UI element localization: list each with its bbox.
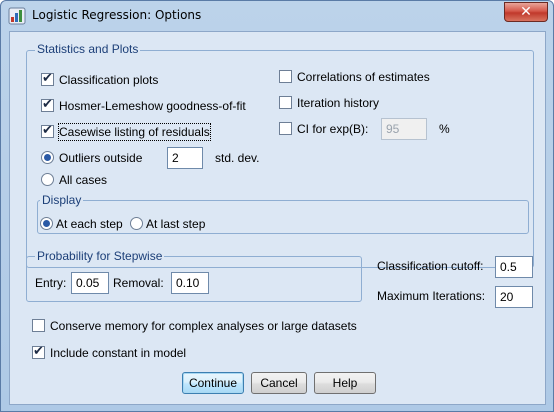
removal-label: Removal: xyxy=(113,276,164,290)
correlations-checkbox[interactable] xyxy=(279,70,292,83)
correlations-option[interactable]: Correlations of estimates xyxy=(279,69,479,85)
each-step-radio[interactable] xyxy=(40,217,53,230)
last-step-label: At last step xyxy=(146,217,206,231)
iteration-history-option[interactable]: Iteration history xyxy=(279,95,429,111)
conserve-memory-label: Conserve memory for complex analyses or … xyxy=(50,319,357,333)
ci-exp-input[interactable]: 95 xyxy=(381,118,427,140)
correlations-label: Correlations of estimates xyxy=(297,70,430,84)
close-button[interactable]: ✕ xyxy=(504,2,548,22)
display-group: Display At each step At last step xyxy=(37,193,529,234)
classification-plots-label: Classification plots xyxy=(59,73,159,87)
last-step-option[interactable]: At last step xyxy=(130,216,220,232)
casewise-checkbox[interactable] xyxy=(41,123,54,139)
stddev-unit-label: std. dev. xyxy=(215,151,260,165)
cancel-button[interactable]: Cancel xyxy=(251,372,307,394)
help-button[interactable]: Help xyxy=(314,372,376,394)
cutoff-input[interactable]: 0.5 xyxy=(495,256,533,278)
max-iterations-label: Maximum Iterations: xyxy=(377,289,486,303)
display-legend: Display xyxy=(40,193,84,207)
iteration-history-checkbox[interactable] xyxy=(279,96,292,109)
casewise-option[interactable]: Casewise listing of residuals xyxy=(41,123,241,141)
close-icon: ✕ xyxy=(520,4,532,20)
entry-input[interactable]: 0.05 xyxy=(71,272,109,294)
classification-plots-checkbox[interactable] xyxy=(41,71,54,87)
conserve-memory-option[interactable]: Conserve memory for complex analyses or … xyxy=(32,318,392,334)
each-step-option[interactable]: At each step xyxy=(40,216,130,232)
max-iterations-input[interactable]: 20 xyxy=(495,286,533,308)
hosmer-lemeshow-option[interactable]: Hosmer-Lemeshow goodness-of-fit xyxy=(41,97,271,114)
last-step-radio[interactable] xyxy=(130,217,143,230)
classification-plots-option[interactable]: Classification plots xyxy=(41,71,241,88)
all-cases-label: All cases xyxy=(59,173,108,187)
include-constant-checkbox[interactable] xyxy=(32,344,45,360)
each-step-label: At each step xyxy=(56,217,123,231)
hosmer-lemeshow-label: Hosmer-Lemeshow goodness-of-fit xyxy=(59,99,246,113)
title-bar[interactable]: Logistic Regression: Options ✕ xyxy=(1,1,553,31)
all-cases-option[interactable]: All cases xyxy=(41,172,131,188)
ci-percent-label: % xyxy=(439,122,450,136)
window-title: Logistic Regression: Options xyxy=(32,8,202,22)
continue-button[interactable]: Continue xyxy=(182,372,244,394)
outliers-option[interactable]: Outliers outside xyxy=(41,150,161,166)
outliers-label: Outliers outside xyxy=(59,151,143,165)
iteration-history-label: Iteration history xyxy=(297,96,380,110)
ci-exp-label: CI for exp(B): xyxy=(297,122,369,136)
ci-exp-checkbox[interactable] xyxy=(279,122,292,135)
stepwise-legend: Probability for Stepwise xyxy=(35,249,165,263)
outliers-stddev-input[interactable]: 2 xyxy=(167,147,203,169)
cutoff-label: Classification cutoff: xyxy=(377,259,484,273)
removal-input[interactable]: 0.10 xyxy=(171,272,209,294)
stepwise-group: Probability for Stepwise Entry: 0.05 Rem… xyxy=(26,249,362,302)
entry-label: Entry: xyxy=(35,276,67,290)
app-icon xyxy=(8,7,26,25)
casewise-label: Casewise listing of residuals xyxy=(58,123,211,141)
all-cases-radio[interactable] xyxy=(41,173,54,186)
dialog-window: Logistic Regression: Options ✕ Statistic… xyxy=(0,0,554,412)
ci-exp-option[interactable]: CI for exp(B): xyxy=(279,121,379,137)
hosmer-lemeshow-checkbox[interactable] xyxy=(41,97,54,113)
outliers-radio[interactable] xyxy=(41,151,54,164)
include-constant-option[interactable]: Include constant in model xyxy=(32,344,212,361)
statistics-group: Statistics and Plots Classification plot… xyxy=(26,42,534,268)
include-constant-label: Include constant in model xyxy=(50,346,187,360)
dialog-client-area: Statistics and Plots Classification plot… xyxy=(9,31,546,405)
conserve-memory-checkbox[interactable] xyxy=(32,319,45,332)
statistics-legend: Statistics and Plots xyxy=(35,42,141,56)
